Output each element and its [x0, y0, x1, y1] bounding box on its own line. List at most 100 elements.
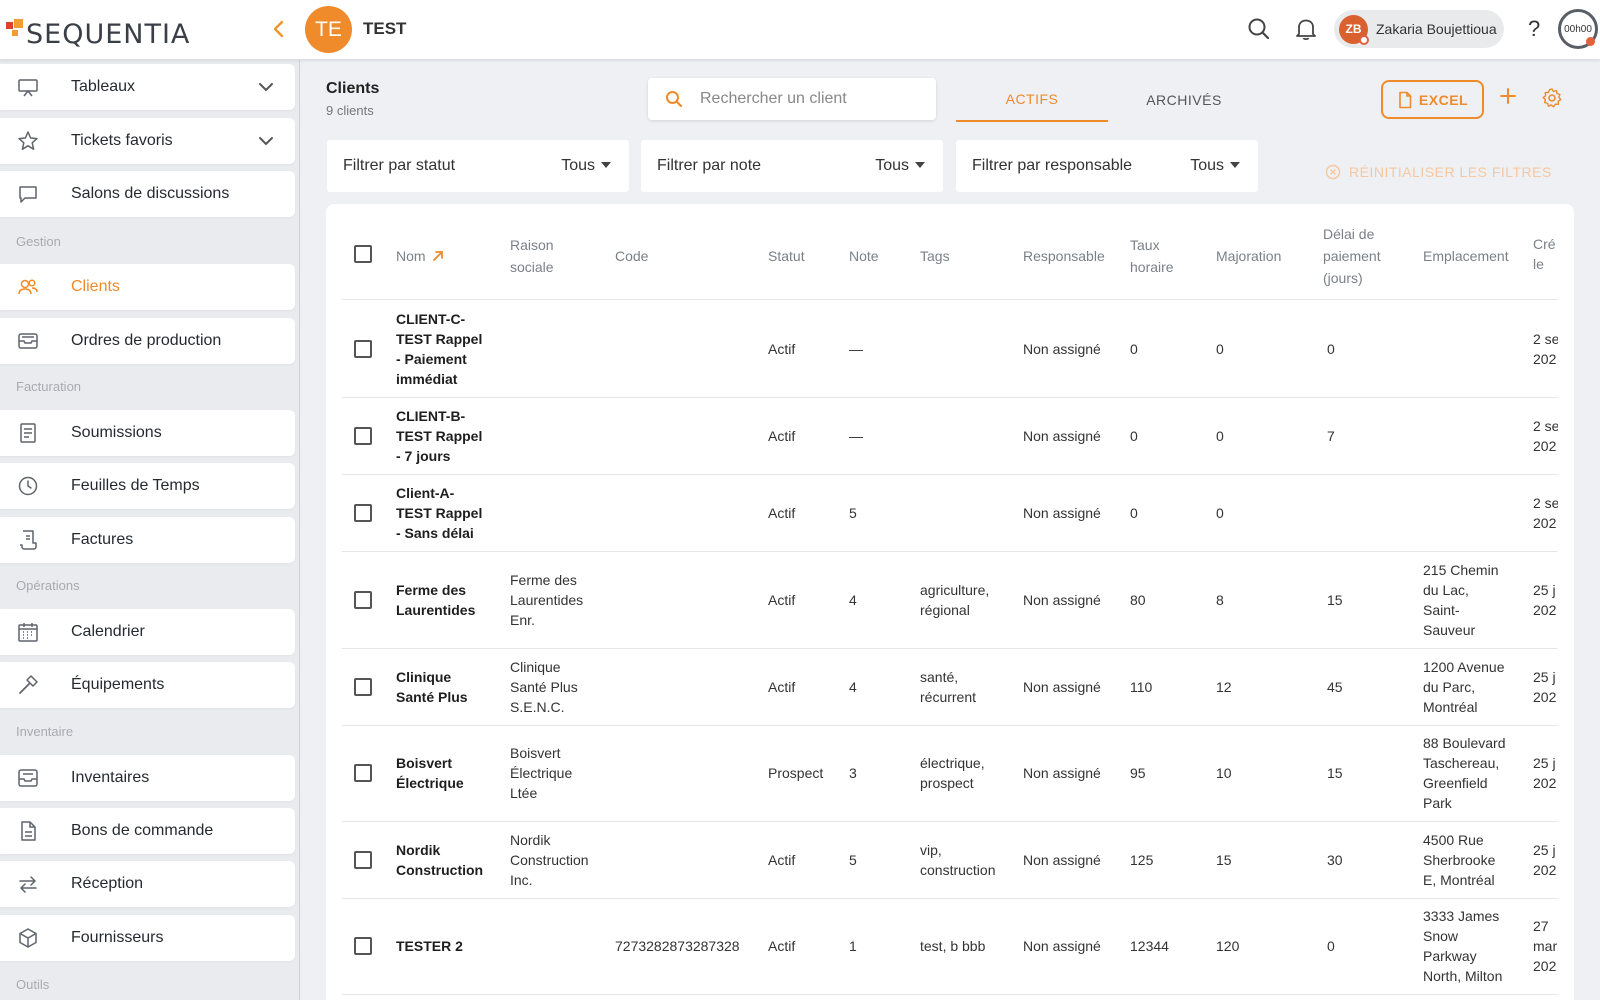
- row-checkbox[interactable]: [354, 503, 372, 522]
- cell-emplacement: 3333 James Snow Parkway North, Milton: [1423, 906, 1502, 986]
- row-checkbox[interactable]: [354, 339, 372, 358]
- cell-line: régional: [920, 601, 970, 618]
- row-checkbox[interactable]: [354, 590, 372, 609]
- cell-responsable: Non assigné: [1023, 339, 1101, 359]
- cell-statut: Actif: [768, 339, 795, 359]
- cell-tags: électrique, prospect: [920, 753, 985, 793]
- cell-line: 95: [1130, 765, 1146, 781]
- header-line: horaire: [1130, 259, 1174, 275]
- reset-filters-button[interactable]: RÉINITIALISER LES FILTRES: [1325, 164, 1552, 180]
- cell-line: Santé Plus: [396, 688, 468, 705]
- row-checkbox[interactable]: [354, 764, 372, 782]
- sidebar-item-tickets-favoris[interactable]: Tickets favoris: [0, 118, 295, 164]
- sidebar-item-inventaires[interactable]: Inventaires: [0, 755, 295, 801]
- column-header-note[interactable]: Note: [849, 245, 879, 267]
- cell-line: CLIENT-B-: [396, 407, 466, 424]
- sort-arrow-icon: [432, 251, 443, 261]
- divider: [342, 551, 1558, 552]
- cell-line: Construction: [396, 861, 484, 878]
- header-line: paiement: [1323, 248, 1381, 264]
- sidebar-item-fournisseurs[interactable]: Fournisseurs: [0, 915, 295, 961]
- add-client-button[interactable]: [1498, 86, 1518, 106]
- project-avatar[interactable]: TE: [305, 6, 352, 53]
- cell-line: Enr.: [510, 611, 535, 628]
- user-menu[interactable]: ZB Zakaria Boujettioua: [1334, 10, 1504, 48]
- search-button[interactable]: [1246, 16, 1272, 42]
- cell-taux: 110: [1130, 677, 1152, 697]
- search-input[interactable]: [700, 90, 910, 108]
- close-circle-icon: [1325, 164, 1341, 180]
- tab-archives[interactable]: ARCHIVÉS: [1108, 78, 1260, 122]
- excel-label: EXCEL: [1418, 91, 1469, 108]
- help-button[interactable]: ?: [1528, 16, 1540, 42]
- sidebar-item-ordres-production[interactable]: Ordres de production: [0, 318, 295, 364]
- sidebar-item-calendrier[interactable]: Calendrier: [0, 609, 295, 655]
- row-checkbox[interactable]: [354, 426, 372, 445]
- cell-majoration: 10: [1216, 763, 1232, 783]
- column-header-raison-sociale[interactable]: Raison sociale: [510, 234, 554, 278]
- cell-responsable: Non assigné: [1023, 763, 1101, 783]
- sidebar-item-bons-commande[interactable]: Bons de commande: [0, 808, 295, 854]
- settings-button[interactable]: [1541, 87, 1563, 109]
- cell-statut: Actif: [768, 850, 795, 870]
- column-header-statut[interactable]: Statut: [768, 245, 805, 267]
- collapse-sidebar-button[interactable]: [268, 16, 290, 42]
- cell-nom: Clinique Santé Plus: [396, 667, 468, 707]
- sidebar-item-factures[interactable]: Factures: [0, 517, 295, 563]
- sidebar-item-label: Tableaux: [71, 78, 136, 95]
- row-checkbox[interactable]: [354, 850, 372, 869]
- cell-line: récurrent: [920, 688, 977, 705]
- header-line: (jours): [1323, 270, 1363, 286]
- cell-line: 202: [1533, 350, 1557, 367]
- column-header-responsable[interactable]: Responsable: [1023, 245, 1105, 267]
- cell-tags: test, b bbb: [920, 936, 985, 956]
- filter-responsable[interactable]: Filtrer par responsable Tous: [956, 140, 1258, 192]
- tab-actifs[interactable]: ACTIFS: [956, 78, 1108, 122]
- sidebar-item-salons[interactable]: Salons de discussions: [0, 171, 295, 217]
- column-header-nom[interactable]: Nom: [396, 245, 444, 267]
- column-header-cree[interactable]: Cré le: [1533, 234, 1558, 274]
- cell-line: 2 se: [1533, 417, 1558, 434]
- cell-emplacement: 4500 Rue Sherbrooke E, Montréal: [1423, 830, 1495, 890]
- cell-line: 4: [849, 678, 857, 695]
- row-checkbox[interactable]: [354, 937, 372, 955]
- filter-statut[interactable]: Filtrer par statut Tous: [327, 140, 629, 192]
- cell-tags: agriculture, régional: [920, 580, 989, 620]
- sidebar-item-feuilles-temps[interactable]: Feuilles de Temps: [0, 463, 295, 509]
- cell-nom: CLIENT-B- TEST Rappel - 7 jours: [396, 406, 482, 466]
- search-icon: [1248, 18, 1270, 40]
- column-header-emplacement[interactable]: Emplacement: [1423, 245, 1509, 267]
- cell-taux: 12344: [1130, 936, 1169, 956]
- cell-line: 0: [1130, 340, 1138, 357]
- column-header-code[interactable]: Code: [615, 245, 648, 267]
- filter-note[interactable]: Filtrer par note Tous: [641, 140, 943, 192]
- excel-export-button[interactable]: EXCEL: [1381, 80, 1484, 119]
- filter-label: Filtrer par statut: [343, 157, 456, 174]
- cell-line: 202: [1533, 437, 1557, 454]
- cell-majoration: 120: [1216, 936, 1239, 956]
- sidebar-item-tableaux[interactable]: Tableaux: [0, 64, 295, 110]
- cell-cree: 2 se 202: [1533, 416, 1558, 456]
- logo[interactable]: SEQUENTIA: [6, 10, 190, 50]
- cell-line: S.E.N.C.: [510, 698, 565, 715]
- notifications-button[interactable]: [1293, 16, 1319, 42]
- filter-value: Tous: [561, 157, 595, 174]
- row-checkbox[interactable]: [354, 677, 372, 696]
- column-header-delai[interactable]: Délai de paiement (jours): [1323, 223, 1381, 289]
- section-label-outils: Outils: [16, 977, 50, 992]
- sidebar-item-equipements[interactable]: Équipements: [0, 662, 295, 708]
- divider: [342, 474, 1558, 475]
- select-all-checkbox[interactable]: [354, 245, 372, 263]
- timer-button[interactable]: 00h00: [1558, 9, 1598, 49]
- cell-line: Parkway: [1423, 948, 1477, 964]
- sidebar-item-reception[interactable]: Réception: [0, 861, 295, 907]
- column-header-taux-horaire[interactable]: Taux horaire: [1130, 234, 1174, 278]
- column-header-majoration[interactable]: Majoration: [1216, 245, 1281, 267]
- sidebar-item-soumissions[interactable]: Soumissions: [0, 410, 295, 456]
- cell-line: 2 se: [1533, 330, 1558, 347]
- cell-line: 12344: [1130, 938, 1169, 954]
- sidebar-item-clients[interactable]: Clients: [0, 264, 295, 310]
- cell-line: Non assigné: [1023, 340, 1101, 357]
- cell-line: Clinique: [396, 668, 452, 685]
- column-header-tags[interactable]: Tags: [920, 245, 950, 267]
